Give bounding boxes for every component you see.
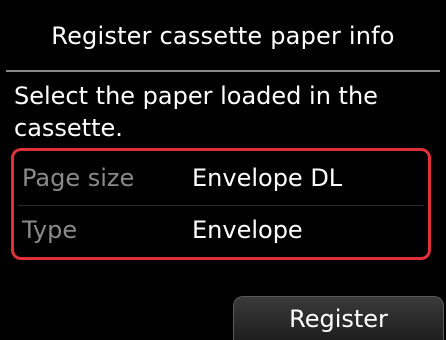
paper-settings-panel: Page size Envelope DL Type Envelope	[11, 148, 431, 260]
type-label: Type	[22, 216, 78, 244]
screen-title: Register cassette paper info	[51, 22, 395, 50]
page-size-value: Envelope DL	[192, 164, 343, 192]
page-size-label: Page size	[22, 164, 135, 192]
row-divider	[18, 205, 424, 206]
type-value: Envelope	[192, 216, 303, 244]
register-button[interactable]: Register	[233, 296, 444, 340]
instruction-text: Select the paper loaded in the cassette.	[14, 82, 378, 142]
type-row[interactable]: Type Envelope	[18, 209, 424, 251]
page-size-row[interactable]: Page size Envelope DL	[18, 157, 424, 199]
title-divider	[6, 70, 440, 72]
